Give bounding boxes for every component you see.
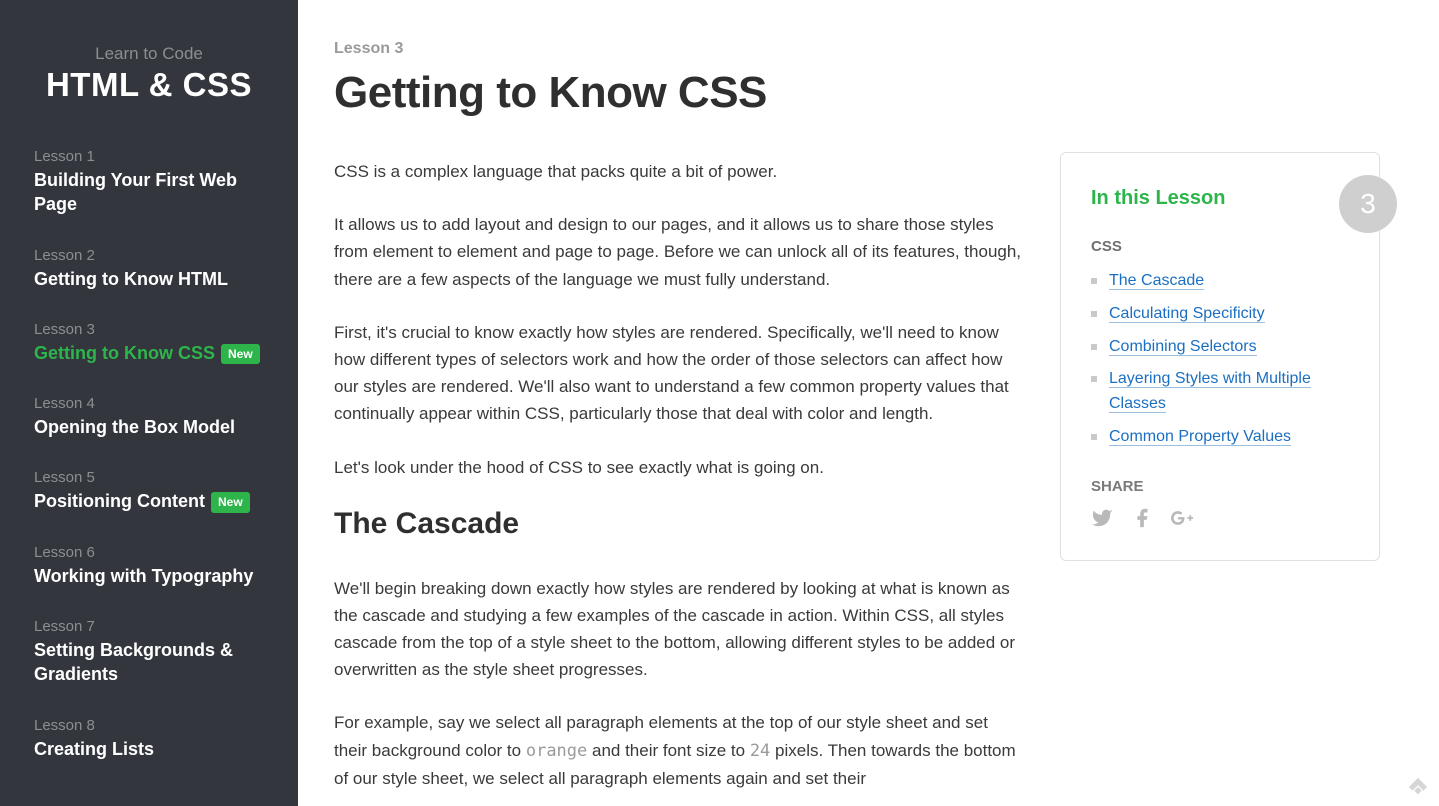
sidebar-title: HTML & CSS [34, 66, 264, 104]
code-inline: 24 [750, 741, 770, 761]
article: Lesson 3 Getting to Know CSS CSS is a co… [334, 40, 1024, 806]
body-paragraph: First, it's crucial to know exactly how … [334, 319, 1024, 428]
googleplus-icon[interactable] [1171, 507, 1193, 534]
page-title: Getting to Know CSS [334, 68, 1024, 118]
lesson-title: Building Your First Web Page [34, 168, 264, 217]
lesson-number: Lesson 2 [34, 247, 264, 264]
toc-link[interactable]: Layering Styles with Multiple Classes [1109, 370, 1311, 413]
share-heading: SHARE [1091, 478, 1349, 495]
body-paragraph: For example, say we select all paragraph… [334, 709, 1024, 792]
lesson-number: Lesson 8 [34, 717, 264, 734]
toc-list: The Cascade Calculating Specificity Combin… [1091, 269, 1349, 450]
share-icons [1091, 507, 1349, 534]
body-paragraph: We'll begin breaking down exactly how st… [334, 575, 1024, 684]
lesson-title: Creating Lists [34, 737, 264, 761]
toc-item: Combining Selectors [1091, 335, 1349, 360]
lesson-number: Lesson 3 [34, 321, 264, 338]
sidebar: Learn to Code HTML & CSS Lesson 1 Buildin… [0, 0, 298, 806]
lesson-number: Lesson 6 [34, 544, 264, 561]
lesson-number: Lesson 4 [34, 395, 264, 412]
new-badge: New [221, 344, 260, 364]
sidebar-lesson-item[interactable]: Lesson 8 Creating Lists [34, 717, 264, 761]
lesson-title: Getting to Know HTML [34, 267, 264, 291]
lesson-number: Lesson 5 [34, 469, 264, 486]
intro-paragraph: CSS is a complex language that packs qui… [334, 158, 1024, 185]
lesson-number-circle: 3 [1339, 175, 1397, 233]
toc-link[interactable]: The Cascade [1109, 272, 1204, 290]
toc-box: 3 In this Lesson CSS The CascadeCalculat… [1060, 152, 1380, 561]
toc-link[interactable]: Common Property Values [1109, 428, 1291, 446]
toc-item: Common Property Values [1091, 425, 1349, 450]
lesson-list: Lesson 1Building Your First Web PageLess… [34, 148, 264, 761]
sidebar-lesson-item[interactable]: Lesson 4 Opening the Box Model [34, 395, 264, 439]
section-heading: The Cascade [334, 507, 1024, 541]
lesson-title: Setting Backgrounds & Gradients [34, 638, 264, 687]
lesson-number: Lesson 7 [34, 618, 264, 635]
main-content: Lesson 3 Getting to Know CSS CSS is a co… [298, 0, 1439, 806]
sidebar-lesson-item[interactable]: Lesson 1 Building Your First Web Page [34, 148, 264, 217]
sidebar-lesson-item[interactable]: Lesson 5 Positioning ContentNew [34, 469, 264, 513]
toc-subheading: CSS [1091, 238, 1349, 255]
body-paragraph: It allows us to add layout and design to… [334, 211, 1024, 293]
lesson-title: Getting to Know CSSNew [34, 341, 264, 365]
sidebar-lesson-item[interactable]: Lesson 6 Working with Typography [34, 544, 264, 588]
lesson-number: Lesson 1 [34, 148, 264, 165]
body-paragraph: Let's look under the hood of CSS to see … [334, 454, 1024, 481]
toc-heading: In this Lesson [1091, 187, 1349, 210]
twitter-icon[interactable] [1091, 507, 1113, 534]
sidebar-lesson-item[interactable]: Lesson 3 Getting to Know CSSNew [34, 321, 264, 365]
lesson-title: Working with Typography [34, 564, 264, 588]
sidebar-subtitle: Learn to Code [34, 44, 264, 64]
toc-link[interactable]: Combining Selectors [1109, 338, 1257, 356]
code-inline: orange [526, 741, 587, 761]
toc-item: The Cascade [1091, 269, 1349, 294]
aside: 3 In this Lesson CSS The CascadeCalculat… [1060, 40, 1380, 806]
new-badge: New [211, 492, 250, 512]
facebook-icon[interactable] [1131, 507, 1153, 534]
feedly-icon[interactable] [1407, 776, 1429, 798]
lesson-label: Lesson 3 [334, 40, 1024, 58]
toc-item: Calculating Specificity [1091, 302, 1349, 327]
toc-link[interactable]: Calculating Specificity [1109, 305, 1265, 323]
lesson-title: Opening the Box Model [34, 415, 264, 439]
text: and their font size to [587, 741, 750, 760]
toc-item: Layering Styles with Multiple Classes [1091, 367, 1349, 417]
sidebar-lesson-item[interactable]: Lesson 2 Getting to Know HTML [34, 247, 264, 291]
sidebar-lesson-item[interactable]: Lesson 7 Setting Backgrounds & Gradients [34, 618, 264, 687]
lesson-title: Positioning ContentNew [34, 489, 264, 513]
